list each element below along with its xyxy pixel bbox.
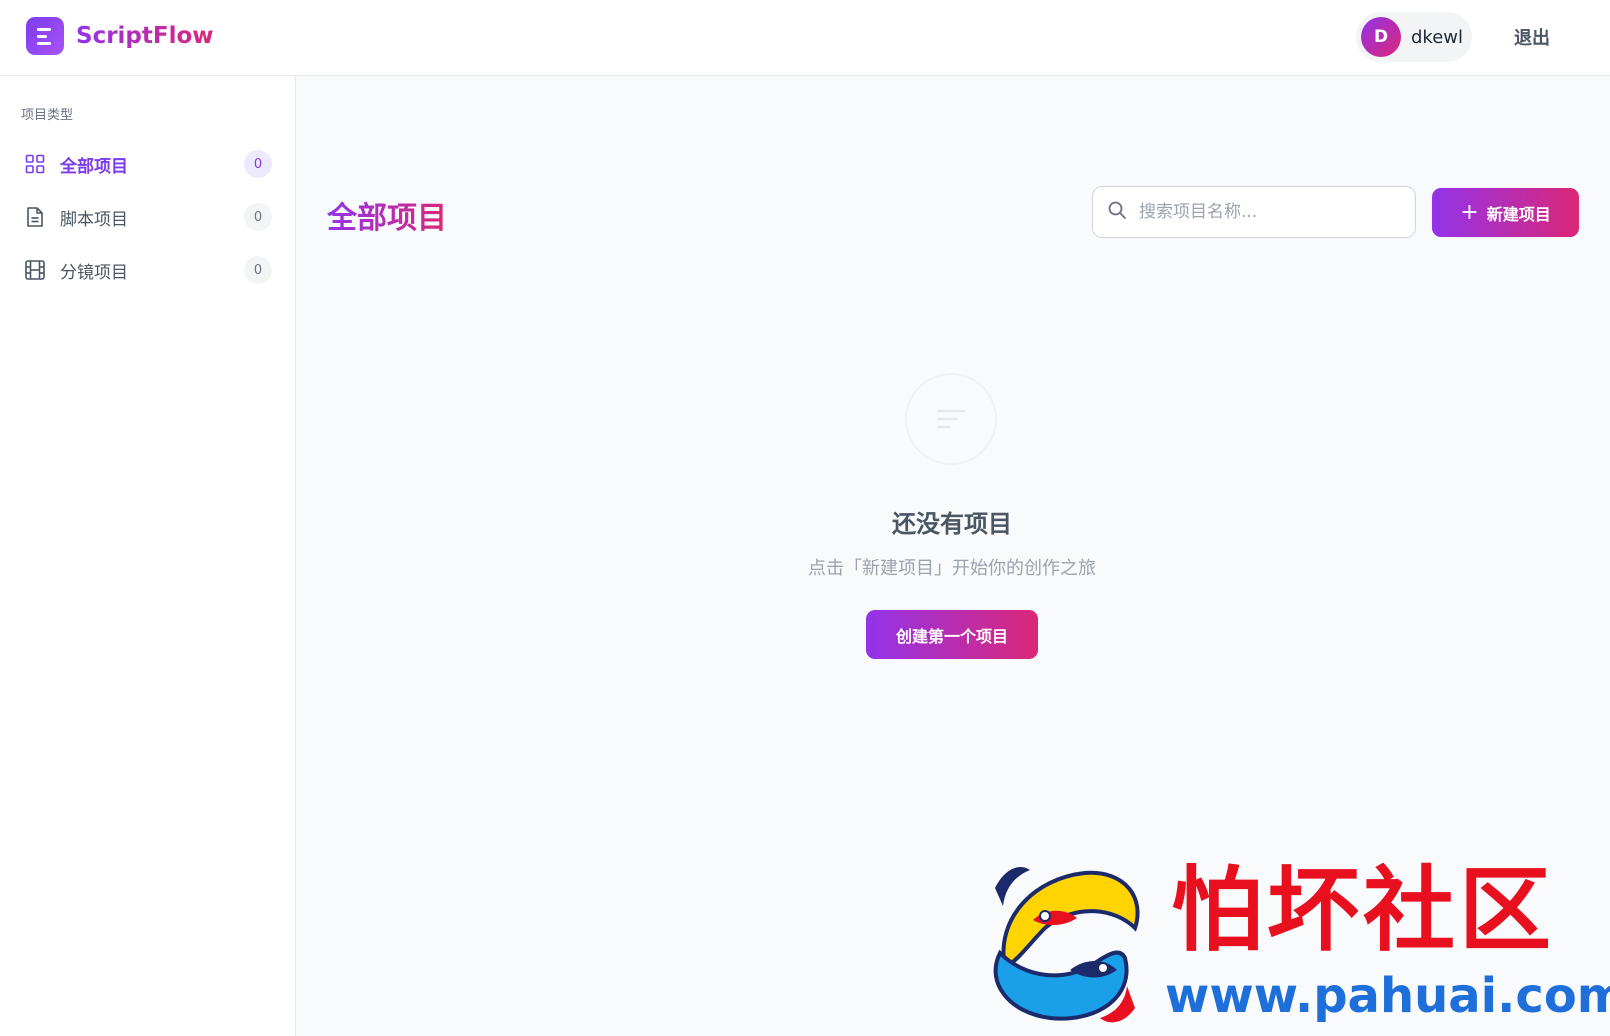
document-icon xyxy=(24,206,46,228)
new-project-button[interactable]: + 新建项目 xyxy=(1432,188,1579,237)
avatar: D xyxy=(1361,17,1401,57)
sidebar-item-storyboard-projects[interactable]: 分镜项目 0 xyxy=(10,247,286,293)
fish-logo-icon xyxy=(993,867,1140,1023)
plus-icon: + xyxy=(1460,199,1479,225)
username: dkewl xyxy=(1411,26,1464,48)
sidebar-item-label: 全部项目 xyxy=(60,156,128,177)
menu-lines-icon xyxy=(26,17,64,55)
film-icon xyxy=(24,259,46,281)
count-badge: 0 xyxy=(244,203,272,231)
app-logo[interactable]: ScriptFlow xyxy=(26,17,214,55)
top-header: ScriptFlow D dkewl 退出 xyxy=(0,0,1610,76)
search-input[interactable] xyxy=(1139,202,1389,222)
sidebar-heading: 项目类型 xyxy=(21,108,74,123)
watermark: 怕坏社区 www.pahuai.com xyxy=(975,856,1610,1028)
logout-button[interactable]: 退出 xyxy=(1504,22,1560,52)
count-badge: 0 xyxy=(244,150,272,178)
sidebar-item-label: 脚本项目 xyxy=(60,209,128,230)
count-badge: 0 xyxy=(244,256,272,284)
search-box[interactable] xyxy=(1092,186,1416,238)
search-icon xyxy=(1107,200,1127,224)
empty-state-title: 还没有项目 xyxy=(892,510,1012,538)
sidebar-item-label: 分镜项目 xyxy=(60,262,128,283)
page-title: 全部项目 xyxy=(327,193,447,237)
watermark-text: 怕坏社区 xyxy=(1171,856,1556,964)
sidebar-item-all-projects[interactable]: 全部项目 0 xyxy=(10,141,286,187)
list-icon xyxy=(905,373,997,465)
watermark-url: www.pahuai.com xyxy=(1165,968,1610,1024)
create-first-project-button[interactable]: 创建第一个项目 xyxy=(866,610,1038,659)
app-name: ScriptFlow xyxy=(76,23,214,49)
user-menu[interactable]: D dkewl xyxy=(1356,12,1472,62)
sidebar-item-script-projects[interactable]: 脚本项目 0 xyxy=(10,194,286,240)
grid-icon xyxy=(24,153,46,175)
sidebar: 项目类型 全部项目 0 脚本项目 0 分镜项目 0 xyxy=(0,76,296,1036)
empty-state-subtitle: 点击「新建项目」开始你的创作之旅 xyxy=(808,558,1096,579)
new-project-label: 新建项目 xyxy=(1486,204,1551,224)
